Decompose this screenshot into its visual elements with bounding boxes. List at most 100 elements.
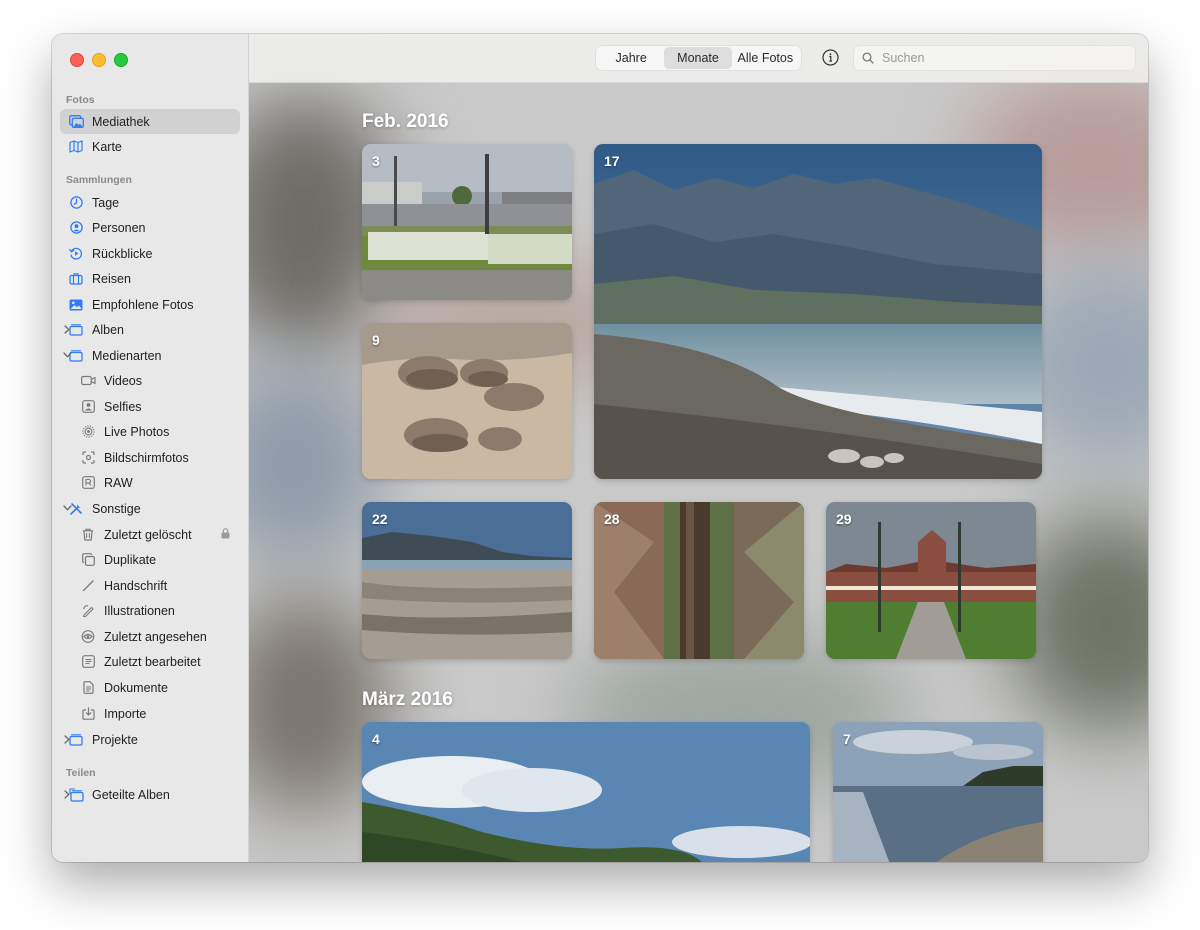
sidebar-item-label: Alben xyxy=(92,322,124,337)
suitcase-icon xyxy=(68,271,84,287)
chevron-right-icon[interactable] xyxy=(62,788,72,800)
sidebar-item-label: Tage xyxy=(92,195,120,210)
sidebar-item-label: Personen xyxy=(92,220,146,235)
raw-icon xyxy=(80,475,96,491)
map-icon xyxy=(68,139,84,155)
photo-thumbnail[interactable]: 4 xyxy=(362,722,810,862)
sidebar-item-label: Rückblicke xyxy=(92,246,153,261)
sidebar-item-label: Empfohlene Fotos xyxy=(92,297,194,312)
sidebar-item-label: Zuletzt angesehen xyxy=(104,629,207,644)
month-heading: Feb. 2016 xyxy=(362,111,449,132)
sidebar-item-illustrationen[interactable]: Illustrationen xyxy=(60,598,240,623)
photo-day-label: 7 xyxy=(843,731,851,747)
photo-thumbnail[interactable]: 9 xyxy=(362,323,572,479)
photo-thumbnail[interactable]: 17 xyxy=(594,144,1042,479)
section-header-teilen: Teilen xyxy=(66,767,96,779)
photo-thumbnail[interactable]: 22 xyxy=(362,502,572,659)
sidebar-item-mediathek[interactable]: Mediathek xyxy=(60,109,240,134)
photo-image xyxy=(362,502,572,659)
zoom-window-button[interactable] xyxy=(114,53,128,67)
sidebar-item-duplikate[interactable]: Duplikate xyxy=(60,547,240,572)
photo-image xyxy=(594,502,804,659)
sidebar-item-label: Handschrift xyxy=(104,578,168,593)
minimize-window-button[interactable] xyxy=(92,53,106,67)
memories-icon xyxy=(68,246,84,262)
chevron-right-icon[interactable] xyxy=(62,323,72,335)
sidebar-item-raw[interactable]: RAW xyxy=(60,470,240,495)
chevron-down-icon[interactable] xyxy=(62,502,72,514)
view-option-jahre[interactable]: Jahre xyxy=(598,47,664,69)
sidebar-item-label: Bildschirmfotos xyxy=(104,450,189,465)
sidebar-item-label: Duplikate xyxy=(104,552,157,567)
sidebar-item-zuletzt-angesehen[interactable]: Zuletzt angesehen xyxy=(60,624,240,649)
photo-day-label: 29 xyxy=(836,511,852,527)
search-icon xyxy=(862,52,874,64)
section-header-fotos: Fotos xyxy=(66,94,95,106)
sidebar-item-alben[interactable]: Alben xyxy=(60,317,240,342)
view-option-monate[interactable]: Monate xyxy=(664,47,732,69)
document-icon xyxy=(80,680,96,696)
sidebar-item-selfies[interactable]: Selfies xyxy=(60,394,240,419)
photo-day-label: 3 xyxy=(372,153,380,169)
photo-image xyxy=(833,722,1043,862)
sidebar-item-label: Mediathek xyxy=(92,114,150,129)
photo-thumbnail[interactable]: 29 xyxy=(826,502,1036,659)
selfie-icon xyxy=(80,399,96,415)
search-field[interactable] xyxy=(853,45,1136,71)
sidebar-item-label: Selfies xyxy=(104,399,142,414)
photo-thumbnail[interactable]: 7 xyxy=(833,722,1043,862)
info-icon[interactable] xyxy=(822,49,839,66)
search-input[interactable] xyxy=(880,50,1124,66)
view-option-alle-fotos[interactable]: Alle Fotos xyxy=(732,47,799,69)
sidebar-item-dokumente[interactable]: Dokumente xyxy=(60,675,240,700)
sidebar-item-bildschirmfotos[interactable]: Bildschirmfotos xyxy=(60,445,240,470)
sidebar-item-reisen[interactable]: Reisen xyxy=(60,266,240,291)
sidebar-item-projekte[interactable]: Projekte xyxy=(60,727,240,752)
trash-icon xyxy=(80,527,96,543)
screenshot-icon xyxy=(80,450,96,466)
sidebar-item-label: Zuletzt bearbeitet xyxy=(104,654,201,669)
sidebar-item-empfohlene-fotos[interactable]: Empfohlene Fotos xyxy=(60,292,240,317)
clock-icon xyxy=(68,195,84,211)
sidebar-item-label: Geteilte Alben xyxy=(92,787,170,802)
illustration-icon xyxy=(80,603,96,619)
close-window-button[interactable] xyxy=(70,53,84,67)
photo-day-label: 9 xyxy=(372,332,380,348)
sidebar-item-sonstige[interactable]: Sonstige xyxy=(60,496,240,521)
photo-image xyxy=(362,323,572,479)
library-content: Jahre Monate Alle Fotos Feb. 2016 xyxy=(249,34,1148,862)
lock-icon xyxy=(221,528,230,539)
sidebar-item-tage[interactable]: Tage xyxy=(60,190,240,215)
sidebar-item-zuletzt-geloescht[interactable]: Zuletzt gelöscht xyxy=(60,522,240,547)
sidebar-item-personen[interactable]: Personen xyxy=(60,215,240,240)
sidebar-item-medienarten[interactable]: Medienarten xyxy=(60,343,240,368)
photo-day-label: 17 xyxy=(604,153,620,169)
month-heading: März 2016 xyxy=(362,689,453,710)
sidebar-item-label: Medienarten xyxy=(92,348,162,363)
sidebar-item-handschrift[interactable]: Handschrift xyxy=(60,573,240,598)
import-icon xyxy=(80,706,96,722)
photo-thumbnail[interactable]: 3 xyxy=(362,144,572,300)
sidebar-item-rueckblicke[interactable]: Rückblicke xyxy=(60,241,240,266)
sidebar-item-label: Live Photos xyxy=(104,424,170,439)
chevron-down-icon[interactable] xyxy=(62,349,72,361)
sidebar-item-label: RAW xyxy=(104,475,133,490)
sidebar-item-live-photos[interactable]: Live Photos xyxy=(60,419,240,444)
sidebar-item-label: Sonstige xyxy=(92,501,141,516)
video-camera-icon xyxy=(80,373,96,389)
sidebar-item-label: Karte xyxy=(92,139,122,154)
sidebar-item-karte[interactable]: Karte xyxy=(60,134,240,159)
sidebar: Fotos Mediathek Karte Sammlungen Tage Pe… xyxy=(52,34,249,862)
person-circle-icon xyxy=(68,220,84,236)
duplicate-icon xyxy=(80,552,96,568)
sidebar-item-geteilte-alben[interactable]: Geteilte Alben xyxy=(60,782,240,807)
view-switcher: Jahre Monate Alle Fotos xyxy=(595,45,802,71)
photo-thumbnail[interactable]: 28 xyxy=(594,502,804,659)
section-header-sammlungen: Sammlungen xyxy=(66,174,132,186)
sidebar-item-zuletzt-bearbeitet[interactable]: Zuletzt bearbeitet xyxy=(60,649,240,674)
sidebar-item-label: Importe xyxy=(104,706,147,721)
chevron-right-icon[interactable] xyxy=(62,733,72,745)
sidebar-item-label: Illustrationen xyxy=(104,603,175,618)
sidebar-item-videos[interactable]: Videos xyxy=(60,368,240,393)
sidebar-item-importe[interactable]: Importe xyxy=(60,701,240,726)
